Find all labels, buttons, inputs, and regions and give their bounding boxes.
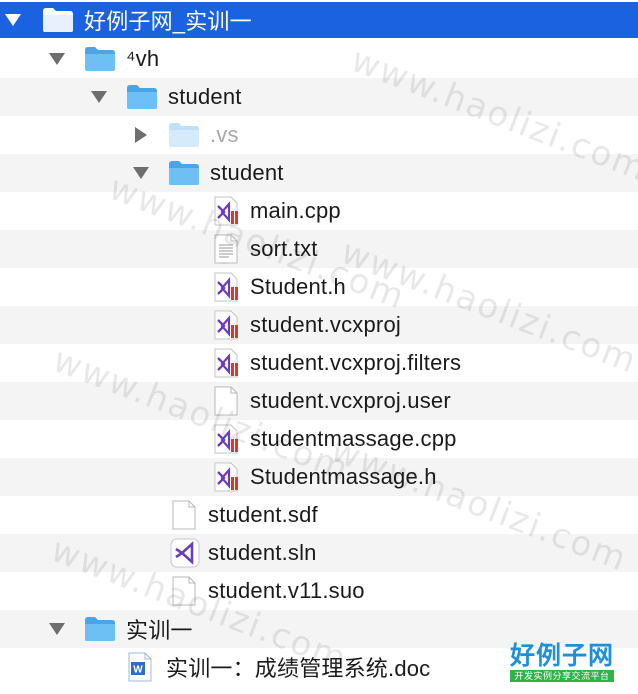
tree-row-label: 实训一：成绩管理系统.doc xyxy=(166,656,431,681)
tree-row-label: student xyxy=(168,84,242,109)
tree-row-file[interactable]: student.v11.suo xyxy=(0,572,638,610)
tree-row-label: student.sln xyxy=(208,540,317,565)
text-file-icon xyxy=(214,234,240,264)
folder-icon xyxy=(84,616,116,642)
tree-row-label: 好例子网_实训一 xyxy=(84,9,252,34)
file-tree: 好例子网_实训一 ⁴vh student .vs student main.cp… xyxy=(0,0,638,694)
tree-row-label: student xyxy=(210,160,284,185)
tree-row-label: main.cpp xyxy=(250,198,341,223)
visual-studio-solution-icon xyxy=(170,538,200,568)
tree-row-label: student.vcxproj.user xyxy=(250,388,451,413)
disclosure-expanded-icon[interactable] xyxy=(130,162,152,184)
tree-row-label: Student.h xyxy=(250,274,346,299)
site-logo: 好例子网 开发实例分享交流平台 xyxy=(508,642,616,686)
tree-row-file[interactable]: Student.h xyxy=(0,268,638,306)
tree-row-label: 实训一 xyxy=(126,618,193,643)
disclosure-collapsed-icon[interactable] xyxy=(130,124,152,146)
disclosure-expanded-icon[interactable] xyxy=(46,48,68,70)
tree-row-label: student.vcxproj.filters xyxy=(250,350,462,375)
tree-row-file[interactable]: main.cpp xyxy=(0,192,638,230)
blank-file-icon xyxy=(214,386,240,416)
tree-row-file[interactable]: student.sln xyxy=(0,534,638,572)
blank-file-icon xyxy=(172,576,198,606)
tree-row-label: student.sdf xyxy=(208,502,318,527)
folder-icon xyxy=(168,160,200,186)
tree-row-folder[interactable]: ⁴vh xyxy=(0,40,638,78)
folder-icon xyxy=(84,46,116,72)
tree-row-label: sort.txt xyxy=(250,236,318,261)
blank-file-icon xyxy=(172,500,198,530)
tree-row-label: student.v11.suo xyxy=(208,578,365,603)
tree-row-file[interactable]: student.sdf xyxy=(0,496,638,534)
tree-row-label: student.vcxproj xyxy=(250,312,401,337)
folder-icon xyxy=(168,122,200,148)
folder-icon xyxy=(42,7,74,33)
visual-studio-file-icon xyxy=(214,272,240,302)
logo-sub-text: 开发实例分享交流平台 xyxy=(510,670,614,682)
visual-studio-file-icon xyxy=(214,462,240,492)
disclosure-expanded-icon[interactable] xyxy=(2,9,24,31)
tree-row-label: studentmassage.cpp xyxy=(250,426,457,451)
tree-row-folder[interactable]: student xyxy=(0,78,638,116)
visual-studio-file-icon xyxy=(214,424,240,454)
folder-icon xyxy=(126,84,158,110)
tree-row-file[interactable]: sort.txt xyxy=(0,230,638,268)
tree-row-file[interactable]: student.vcxproj.filters xyxy=(0,344,638,382)
visual-studio-file-icon xyxy=(214,310,240,340)
tree-row-file[interactable]: student.vcxproj xyxy=(0,306,638,344)
tree-row-label: .vs xyxy=(210,122,239,147)
tree-row-file[interactable]: student.vcxproj.user xyxy=(0,382,638,420)
tree-row-root[interactable]: 好例子网_实训一 xyxy=(0,2,638,38)
logo-main-text: 好例子网 xyxy=(509,641,614,670)
tree-row-label: Studentmassage.h xyxy=(250,464,437,489)
visual-studio-file-icon xyxy=(214,196,240,226)
tree-row-folder[interactable]: student xyxy=(0,154,638,192)
word-document-icon: W xyxy=(128,652,154,682)
tree-row-folder[interactable]: .vs xyxy=(0,116,638,154)
tree-row-label: ⁴vh xyxy=(126,46,160,71)
tree-row-file[interactable]: studentmassage.cpp xyxy=(0,420,638,458)
visual-studio-file-icon xyxy=(214,348,240,378)
disclosure-expanded-icon[interactable] xyxy=(46,618,68,640)
tree-row-file[interactable]: Studentmassage.h xyxy=(0,458,638,496)
svg-text:W: W xyxy=(133,665,143,676)
disclosure-expanded-icon[interactable] xyxy=(88,86,110,108)
